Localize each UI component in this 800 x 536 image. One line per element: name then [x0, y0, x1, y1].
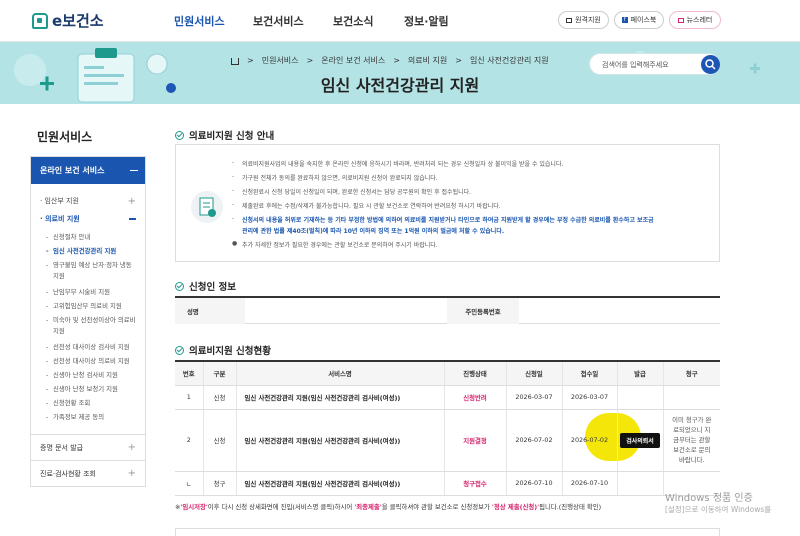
table-row: 1 신청 임신 사전건강관리 지원(임신 사전건강관리 검사비(여성)) 신청반…	[175, 385, 720, 410]
exam-referral-button[interactable]: 검사의뢰서	[620, 432, 660, 448]
plus-icon: +	[127, 442, 136, 453]
lnb-sub-item[interactable]: 미숙아 및 선천성이상아 의료비 지원	[31, 315, 145, 342]
lnb-item-pregnant-support[interactable]: · 임산부 지원 +	[31, 192, 145, 210]
col-header: 청구	[663, 362, 720, 386]
claim-note: 이미 청구가 완료되었으니 지금부터는 관할 보건소로 문의바랍니다.	[663, 409, 720, 472]
status-text: 지원결정	[444, 409, 507, 472]
table-row: 2 신청 임신 사전건강관리 지원(임신 사전건강관리 검사비(여성)) 지원결…	[175, 409, 720, 472]
lnb-sub-item[interactable]: 신청현황 조회	[31, 398, 145, 412]
lnb-sub-item[interactable]: 선천성 대사이상 검사비 지원	[31, 342, 145, 356]
nav-civil-service[interactable]: 민원서비스	[174, 13, 225, 29]
notice-box: - 의료비지원사업의 내용을 숙지한 후 온라인 신청에 응하시기 바라며, 반…	[175, 144, 720, 262]
service-name-link[interactable]: 임신 사전건강관리 지원(임신 사전건강관리 검사비(여성))	[236, 471, 445, 496]
breadcrumb-item[interactable]: 의료비 지원	[408, 55, 447, 66]
plus-icon: +	[127, 195, 136, 207]
windows-activation-watermark: Windows 정품 인증	[665, 493, 753, 504]
applicant-info-table: 성명 주민등록번호	[175, 298, 720, 324]
nav-health-service[interactable]: 보건서비스	[253, 13, 304, 29]
service-name-link[interactable]: 임신 사전건강관리 지원(임신 사전건강관리 검사비(여성))	[236, 385, 445, 410]
lnb-sub-item[interactable]: 가족정보 제공 동의	[31, 412, 145, 426]
table-header-row: 번호 구분 서비스명 진행상태 신청일 접수일 발급 청구	[175, 362, 720, 386]
status-text: 청구접수	[444, 471, 507, 496]
status-section-title: 의료비지원 신청현황	[175, 343, 271, 357]
breadcrumb-item[interactable]: 온라인 보건 서비스	[321, 55, 385, 66]
name-label: 성명	[175, 298, 245, 324]
notice-line: 추가 자세한 정보가 필요한 경우에는 관할 보건소로 문의하여 주시기 바랍니…	[242, 242, 438, 249]
minus-icon	[129, 218, 136, 220]
windows-activation-watermark-sub: [설정]으로 이동하여 Windows를	[665, 505, 772, 514]
check-circle-icon	[175, 281, 184, 291]
info-icon: ●	[232, 240, 238, 247]
monitor-icon	[566, 17, 573, 23]
breadcrumb: > 민원서비스 > 온라인 보건 서비스 > 의료비 지원 > 임신 사전건강관…	[231, 55, 549, 66]
search-button[interactable]	[701, 55, 720, 74]
breadcrumb-item: 임신 사전건강관리 지원	[469, 56, 549, 65]
nav-info-notice[interactable]: 정보·알림	[404, 13, 449, 29]
facebook-icon: f	[621, 17, 628, 23]
next-section-box	[175, 528, 720, 536]
site-header: e보건소 민원서비스 보건서비스 보건소식 정보·알림 원격지원 f 페이스북 …	[0, 0, 800, 42]
status-text: 신청반려	[444, 385, 507, 410]
col-header: 진행상태	[444, 362, 507, 386]
page-title: 임신 사전건강관리 지원	[320, 76, 480, 95]
lnb-item-medical-support[interactable]: · 의료비 지원	[31, 210, 145, 228]
lnb-item-certificate[interactable]: 증명 문서 발급 +	[31, 434, 145, 460]
notice-warning-line: 신청서의 내용을 허위로 기재하는 등 기타 부정한 방법에 의하여 의료비를 …	[242, 217, 654, 224]
minus-icon	[130, 169, 138, 172]
side-navigation: 온라인 보건 서비스 · 임산부 지원 + · 의료비 지원 신청절차 안내 임…	[30, 156, 146, 487]
breadcrumb-item[interactable]: 민원서비스	[262, 55, 299, 66]
lnb-sub-item[interactable]: 선천성 대사이상 의료비 지원	[31, 356, 145, 370]
applicant-section-title: 신청인 정보	[175, 279, 236, 293]
home-health-icon	[32, 12, 48, 29]
notice-line: 신청완료시 신청 당일이 신청일이 되며, 완료한 신청서는 담당 공무원의 확…	[242, 189, 472, 196]
service-name-link[interactable]: 임신 사전건강관리 지원(임신 사전건강관리 검사비(여성))	[236, 409, 445, 472]
lnb-sub-item[interactable]: 고위험임산부 의료비 지원	[31, 301, 145, 315]
lnb-title: 민원서비스	[37, 130, 93, 144]
notice-line: 의료비지원사업의 내용을 숙지한 후 온라인 신청에 응하시기 바라며, 반려처…	[242, 161, 564, 168]
col-header: 접수일	[562, 362, 618, 386]
table-row: ㄴ 청구 임신 사전건강관리 지원(임신 사전건강관리 검사비(여성)) 청구접…	[175, 471, 720, 496]
col-header: 신청일	[506, 362, 563, 386]
newsletter-button[interactable]: 뉴스레터	[669, 11, 721, 29]
lnb-sub-item[interactable]: 난임부부 시술비 지원	[31, 287, 145, 301]
status-table: 번호 구분 서비스명 진행상태 신청일 접수일 발급 청구 1 신청 임신 사전…	[175, 362, 720, 496]
lnb-sub-item[interactable]: 신생아 난청 검사비 지원	[31, 370, 145, 384]
site-logo[interactable]: e보건소	[32, 10, 104, 31]
col-header: 서비스명	[236, 362, 445, 386]
document-check-icon	[191, 191, 223, 223]
mail-icon	[677, 17, 684, 23]
notice-line: 가구원 전체가 동의를 완료하지 않으면, 의료비지원 신청이 완료되지 않습니…	[242, 175, 438, 182]
lnb-group-online-health[interactable]: 온라인 보건 서비스	[31, 157, 145, 184]
notice-warning-line: 관리에 관한 법률 제40조(벌칙)에 따라 10년 이하의 징역 또는 1억원…	[242, 228, 505, 235]
check-circle-icon	[175, 345, 184, 355]
col-header: 발급	[617, 362, 664, 386]
search-icon	[705, 59, 716, 70]
col-header: 번호	[175, 362, 204, 386]
lnb-sub-item-active[interactable]: 임신 사전건강관리 지원	[31, 246, 145, 260]
lnb-item-treatment-inquiry[interactable]: 진료·검사현황 조회 +	[31, 460, 145, 486]
plus-icon: +	[127, 468, 136, 479]
col-header: 구분	[203, 362, 237, 386]
lnb-sub-item[interactable]: 신생아 난청 보청기 지원	[31, 384, 145, 398]
notice-section-title: 의료비지원 신청 안내	[175, 128, 274, 142]
nav-health-news[interactable]: 보건소식	[333, 13, 373, 29]
facebook-button[interactable]: f 페이스북	[614, 11, 664, 29]
notice-line: 제출완료 후에는 수정/삭제가 불가능합니다. 필요 시 관할 보건소로 연락하…	[242, 203, 501, 210]
rrn-label: 주민등록번호	[447, 298, 519, 324]
check-circle-icon	[175, 130, 184, 140]
home-icon[interactable]	[231, 58, 239, 65]
lnb-sub-item[interactable]: 신청절차 안내	[31, 232, 145, 246]
lnb-sub-item[interactable]: 영구불임 예상 난자·정자 냉동 지원	[31, 260, 145, 287]
remote-support-button[interactable]: 원격지원	[558, 11, 609, 29]
status-footnote: ※'임시저장'이후 다시 신청 상세화면에 진입(서비스명 클릭)하시어 '최종…	[175, 503, 602, 511]
